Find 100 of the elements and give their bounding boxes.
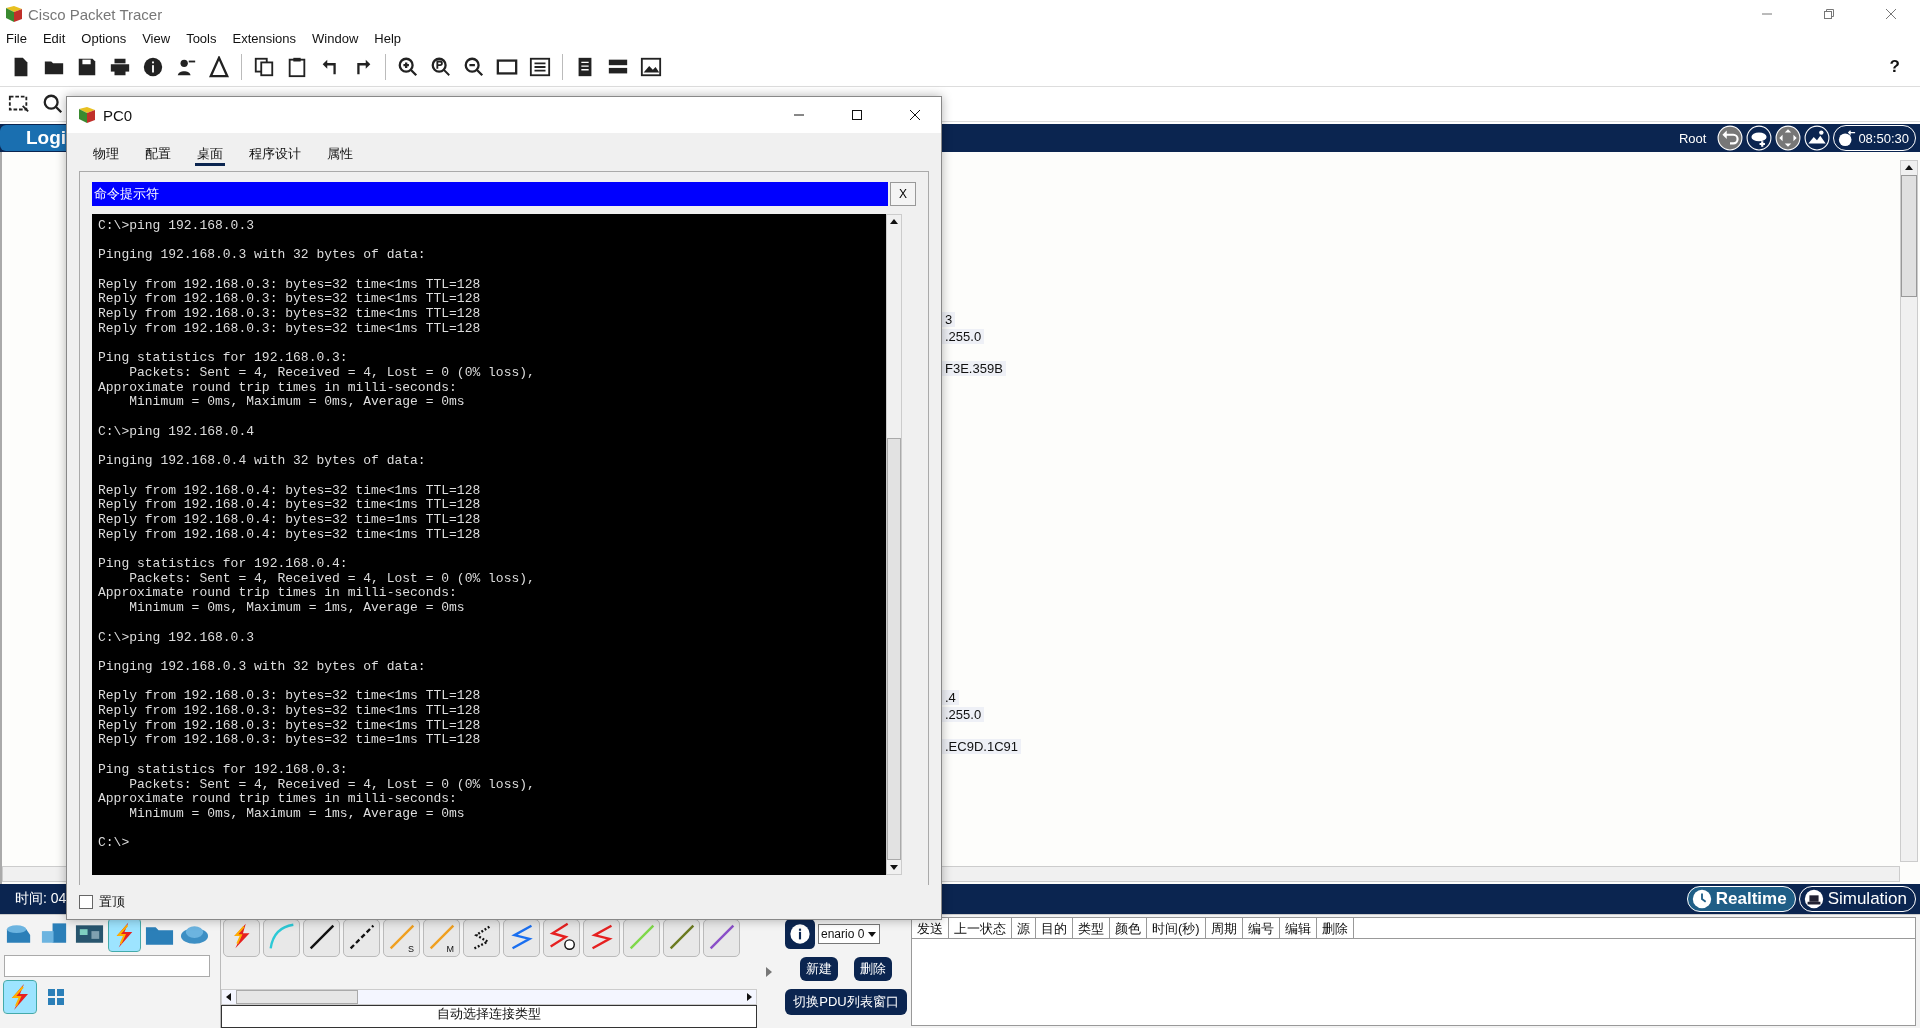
terminal-line: C:\>ping 192.168.0.4 <box>98 424 256 440</box>
scroll-up-icon[interactable] <box>1904 163 1914 173</box>
mode-button[interactable]: Realtime <box>1686 886 1796 912</box>
connection-button[interactable] <box>303 919 340 957</box>
app-logo-icon <box>77 105 97 125</box>
connection-button[interactable] <box>543 919 580 957</box>
window-title: Cisco Packet Tracer <box>28 5 163 23</box>
zoom-in-icon[interactable] <box>397 56 419 78</box>
menu-item[interactable]: Options <box>81 30 127 46</box>
scenario-dropdown[interactable]: enario 0 <box>818 924 881 944</box>
column-header: 上一状态 <box>949 918 1012 938</box>
scenario-button[interactable]: 删除 <box>854 957 892 981</box>
connection-button[interactable]: M <box>423 919 460 957</box>
vertical-scrollbar[interactable] <box>886 214 902 875</box>
toggle-pdu-list-button[interactable]: 切换PDU列表窗口 <box>785 989 907 1015</box>
connection-button[interactable] <box>463 919 500 957</box>
scroll-right-icon[interactable] <box>744 992 754 1002</box>
triangle-icon[interactable] <box>208 56 230 78</box>
close-icon[interactable] <box>909 109 921 121</box>
column-header: 类型 <box>1073 918 1110 938</box>
terminal-line: Reply from 192.168.0.3: bytes=32 time<1ms TTL=128 <box>98 321 482 337</box>
help-button[interactable]: ? <box>1879 57 1910 77</box>
zoom-out-icon[interactable] <box>463 56 485 78</box>
printer-icon[interactable] <box>109 56 131 78</box>
info-button[interactable] <box>785 919 815 949</box>
menu-item[interactable]: Help <box>374 30 402 46</box>
connection-button[interactable]: S <box>383 919 420 957</box>
device-label: .255.0 <box>942 707 985 722</box>
logical-tab[interactable]: Logi <box>0 125 67 151</box>
connection-button[interactable] <box>343 919 380 957</box>
command-prompt-title: 命令提示符 <box>92 182 888 206</box>
column-header: 周期 <box>1205 918 1243 938</box>
rectangle-icon[interactable] <box>496 56 518 78</box>
cloud-add-icon[interactable] <box>1746 125 1773 151</box>
column-header: 时间(秒) <box>1147 918 1206 938</box>
restore-icon[interactable] <box>1823 8 1835 20</box>
app-logo-icon <box>4 4 24 24</box>
copy-icon[interactable] <box>253 56 275 78</box>
scroll-up-icon[interactable] <box>889 217 899 227</box>
terminal-line: Reply from 192.168.0.3: bytes=32 time<1ms TTL=128 <box>98 689 482 705</box>
scenario-button[interactable]: 新建 <box>800 957 838 981</box>
mode-button[interactable]: Simulation <box>1798 886 1916 912</box>
lightning-icon[interactable] <box>4 981 36 1013</box>
tab[interactable]: 配置 <box>143 143 173 163</box>
vertical-scrollbar[interactable] <box>1900 160 1918 862</box>
column-header: 删除 <box>1316 918 1354 938</box>
column-header: 源 <box>1012 918 1036 938</box>
scroll-thumb[interactable] <box>236 990 358 1004</box>
terminal-line: Reply from 192.168.0.3: bytes=32 time<1ms TTL=128 <box>98 307 482 322</box>
terminal-line: Minimum = 0ms, Maximum = 1ms, Average = 0ms <box>128 601 466 616</box>
terminal-line: Packets: Sent = 4, Received = 4, Lost = 0 (0% loss), <box>128 366 536 381</box>
device-label: .255.0 <box>942 329 985 344</box>
column-header: 编辑 <box>1279 918 1317 938</box>
terminal-line: Pinging 192.168.0.4 with 32 bytes of data: <box>98 454 427 469</box>
caret-icon[interactable] <box>867 930 878 938</box>
scroll-left-icon[interactable] <box>224 992 234 1002</box>
zoom-reset-icon[interactable] <box>430 56 452 78</box>
tab[interactable]: 程序设计 <box>247 143 303 163</box>
save-icon[interactable] <box>76 56 98 78</box>
info-icon[interactable] <box>142 56 164 78</box>
tab[interactable]: 属性 <box>325 143 355 163</box>
search-icon[interactable] <box>42 93 64 115</box>
terminal-line: Reply from 192.168.0.4: bytes=32 time=1ms TTL=128 <box>98 512 482 528</box>
globe-icon <box>1838 129 1857 147</box>
menu-item[interactable]: Tools <box>186 30 217 46</box>
scroll-thumb[interactable] <box>1901 175 1917 297</box>
menu-item[interactable]: View <box>142 30 171 46</box>
scroll-thumb[interactable] <box>887 438 901 860</box>
terminal-line: Reply from 192.168.0.4: bytes=32 time<1ms TTL=128 <box>98 527 482 543</box>
menu-item[interactable]: Edit <box>42 30 66 46</box>
horizontal-scrollbar[interactable] <box>221 989 757 1005</box>
clipboard-icon[interactable] <box>286 56 308 78</box>
landscape-icon[interactable] <box>1804 125 1831 151</box>
menu-item[interactable]: Window <box>312 30 359 46</box>
terminal-line: Approximate round trip times in milli-seconds: <box>98 792 458 807</box>
device-search-field[interactable] <box>4 955 210 977</box>
list-icon[interactable] <box>529 56 551 78</box>
maximize-icon[interactable] <box>851 109 863 121</box>
menu-item[interactable]: Extensions <box>232 30 297 46</box>
checkbox[interactable] <box>79 895 93 909</box>
scroll-down-icon[interactable] <box>889 862 899 872</box>
close-button[interactable]: X <box>890 182 916 206</box>
clock-time: 08:50:30 <box>1858 130 1909 146</box>
lightning-icon[interactable] <box>109 919 140 951</box>
terminal-line: Pinging 192.168.0.3 with 32 bytes of data: <box>98 248 427 264</box>
tab[interactable]: 桌面 <box>195 143 225 166</box>
dialog-title: PC0 <box>103 106 133 124</box>
image-icon[interactable] <box>640 56 662 78</box>
select-icon[interactable] <box>8 93 30 115</box>
terminal-line: Reply from 192.168.0.3: bytes=32 time<1ms TTL=128 <box>98 277 482 293</box>
menu-item[interactable]: File <box>6 30 27 46</box>
device-label: 3 <box>942 312 956 327</box>
terminal-line: Minimum = 0ms, Maximum = 1ms, Average = 0ms <box>128 806 466 822</box>
collapse-arrow-icon[interactable] <box>765 965 773 978</box>
terminal-line: Ping statistics for 192.168.0.4: <box>98 557 349 572</box>
terminal-line: Pinging 192.168.0.3 with 32 bytes of data: <box>98 659 427 675</box>
tab[interactable]: 物理 <box>91 143 121 163</box>
device-label: .4 <box>942 690 959 705</box>
move-icon[interactable] <box>1775 125 1802 151</box>
terminal-line: C:\> <box>98 836 131 852</box>
